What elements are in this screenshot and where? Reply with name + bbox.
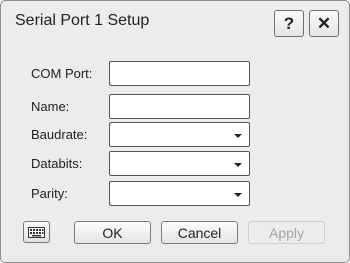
parity-label: Parity: [31,186,68,201]
com-port-row: COM Port: [1,61,350,87]
close-icon: ✕ [316,13,332,33]
name-row: Name: [1,94,350,120]
databits-select[interactable] [109,151,250,176]
name-input[interactable] [110,95,249,118]
close-button[interactable]: ✕ [309,10,339,37]
com-port-field[interactable] [109,61,250,86]
apply-button[interactable]: Apply [248,221,325,244]
com-port-input[interactable] [110,62,249,85]
com-port-label: COM Port: [31,66,93,81]
chevron-down-icon [234,134,242,138]
keyboard-button[interactable] [23,221,50,243]
name-label: Name: [31,99,70,114]
keyboard-icon [28,226,45,238]
parity-row: Parity: [1,181,350,207]
baudrate-label: Baudrate: [31,127,88,142]
help-icon: ? [283,13,295,33]
dialog-title: Serial Port 1 Setup [15,12,150,29]
chevron-down-icon [234,193,242,197]
baudrate-select[interactable] [109,122,250,147]
baudrate-row: Baudrate: [1,122,350,148]
help-button[interactable]: ? [274,10,304,37]
serial-port-setup-dialog: Serial Port 1 Setup ? ✕ COM Port: Name: … [0,0,350,263]
ok-button[interactable]: OK [74,221,151,244]
name-field[interactable] [109,94,250,119]
databits-row: Databits: [1,151,350,177]
chevron-down-icon [234,163,242,167]
databits-label: Databits: [31,156,83,171]
cancel-button[interactable]: Cancel [161,221,238,244]
parity-select[interactable] [109,181,250,206]
